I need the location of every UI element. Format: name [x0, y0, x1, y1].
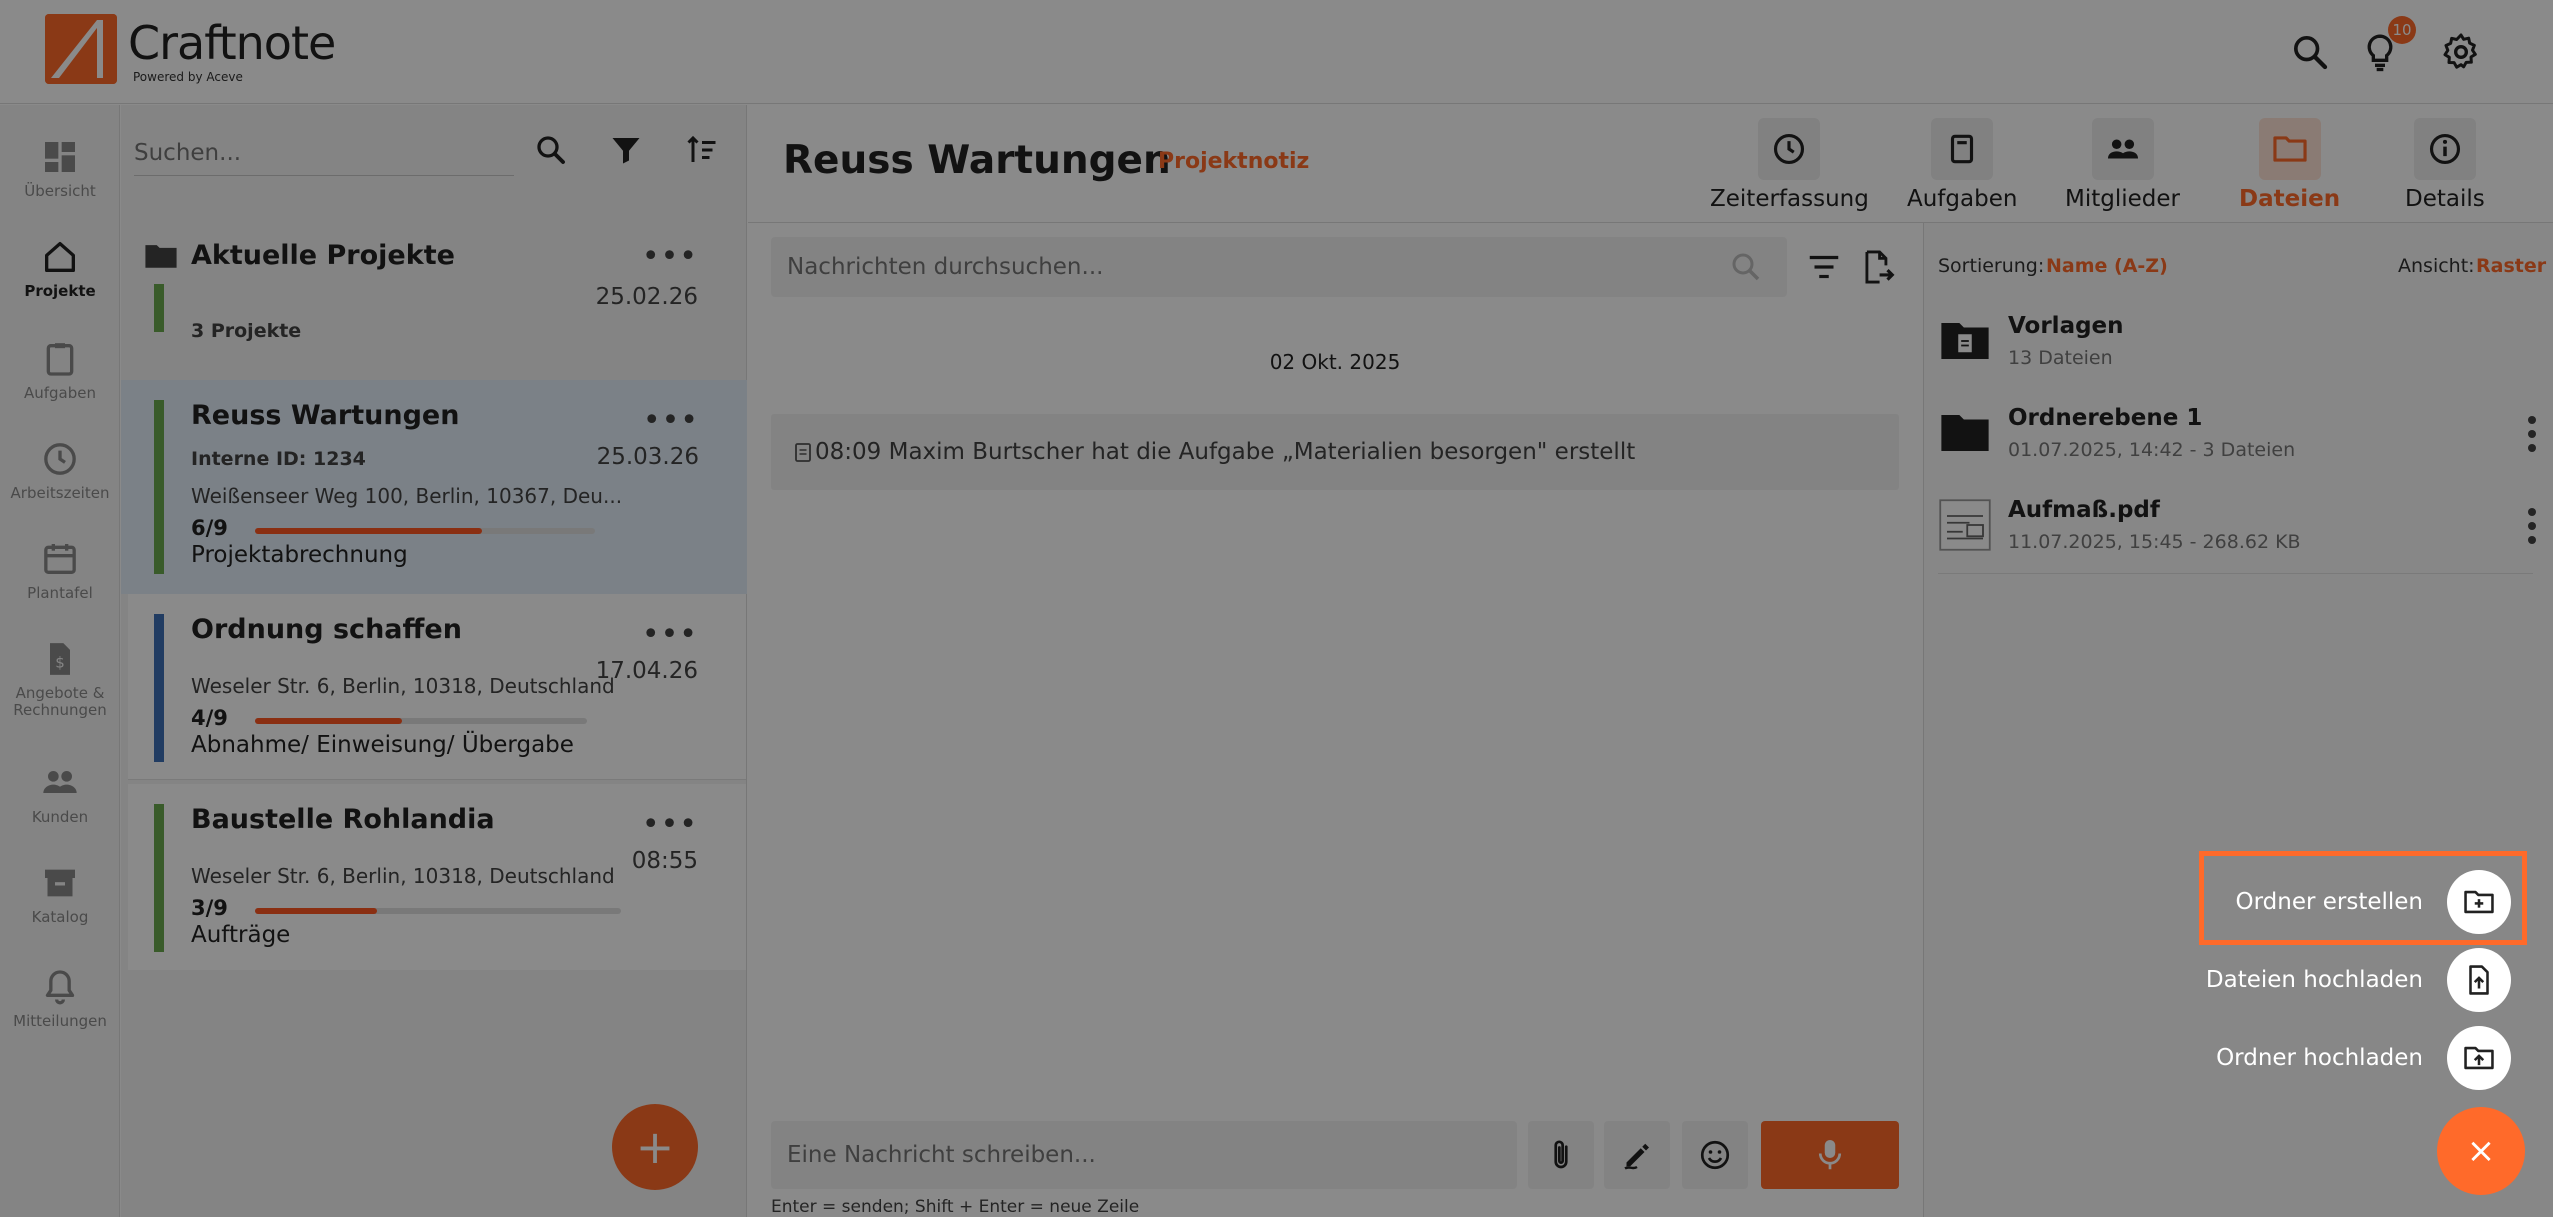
modal-backdrop[interactable] [0, 0, 2553, 1217]
upload-folder-action[interactable]: Ordner hochladen [2216, 1026, 2511, 1090]
action-label: Dateien hochladen [2205, 967, 2423, 993]
highlight-frame [2199, 851, 2527, 945]
upload-files-button[interactable] [2447, 948, 2511, 1012]
upload-files-action[interactable]: Dateien hochladen [2206, 948, 2511, 1012]
upload-file-icon [2469, 965, 2489, 995]
action-label: Ordner hochladen [2216, 1045, 2423, 1071]
upload-folder-icon [2464, 1046, 2494, 1070]
upload-folder-button[interactable] [2447, 1026, 2511, 1090]
close-speed-dial-button[interactable]: × [2437, 1107, 2525, 1195]
